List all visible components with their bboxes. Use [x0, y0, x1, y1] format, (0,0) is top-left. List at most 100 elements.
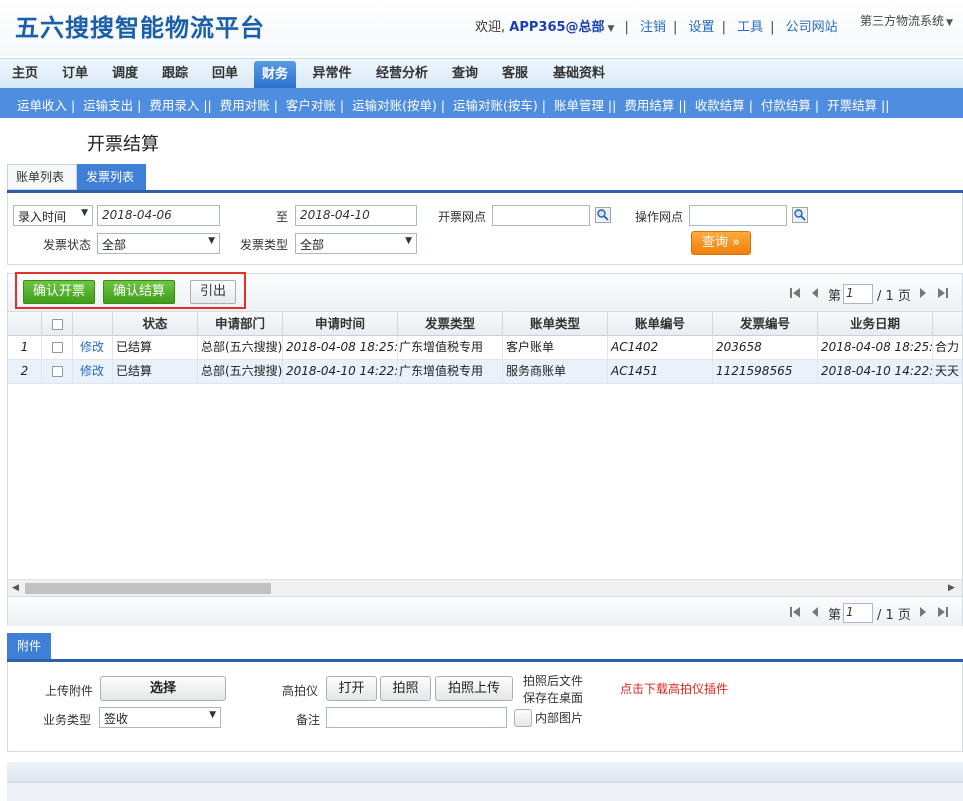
search-icon[interactable]	[595, 207, 611, 223]
col-bill-type[interactable]: 账单类型	[503, 312, 608, 336]
page-input[interactable]: 1	[843, 284, 873, 304]
to-label: 至	[276, 210, 289, 224]
download-plugin-link[interactable]: 点击下载高拍仪插件	[620, 680, 728, 697]
subnav-item[interactable]: 收款结算 |	[695, 98, 753, 113]
col-dept[interactable]: 申请部门	[198, 312, 283, 336]
main-nav: 主页 订单 调度 跟踪 回单 财务 异常件 经营分析 查询 客服 基础资料	[0, 58, 963, 89]
camera-shoot-button[interactable]: 拍照	[380, 676, 431, 701]
scroll-left-icon[interactable]: ◀	[12, 583, 19, 593]
grid-toolbar: 确认开票 确认结算 引出 第 1 / 1 页	[8, 272, 962, 312]
app-logo: 五六搜搜智能物流平台	[15, 14, 265, 42]
invoice-type-select[interactable]: 全部 ▼	[295, 233, 417, 254]
filter-panel: 录入时间 ▼ 2018-04-06 至 2018-04-10 开票网点 操作网点 …	[7, 193, 963, 265]
camera-shoot-upload-button[interactable]: 拍照上传	[435, 676, 513, 701]
biz-type-label: 业务类型	[43, 713, 92, 727]
nav-finance[interactable]: 财务	[254, 61, 296, 89]
caret-down-icon[interactable]: ▼	[608, 24, 615, 34]
page-title: 开票结算	[87, 134, 159, 155]
nav-dispatch[interactable]: 调度	[104, 59, 146, 89]
subnav-item[interactable]: 客户对账 |	[286, 98, 344, 113]
op-site-input[interactable]	[689, 205, 787, 226]
welcome-text: 欢迎,	[475, 20, 506, 35]
subnav-item[interactable]: 费用对账 |	[220, 98, 278, 113]
settings-link[interactable]: 设置	[689, 20, 715, 35]
checkbox-icon[interactable]	[51, 366, 63, 377]
col-invoice-no[interactable]: 发票编号	[713, 312, 818, 336]
table-row[interactable]: 1 修改 已结算 总部(五六搜搜) 2018-04-08 18:25:24 广东…	[8, 336, 962, 360]
date-to-input[interactable]: 2018-04-10	[295, 205, 417, 226]
row-checkbox[interactable]	[42, 336, 73, 360]
caret-down-icon: ▼	[208, 236, 215, 246]
col-time[interactable]: 申请时间	[283, 312, 398, 336]
next-page-icon[interactable]	[917, 287, 929, 299]
checkbox-icon[interactable]	[51, 342, 63, 353]
col-invoice-type[interactable]: 发票类型	[398, 312, 503, 336]
edit-link[interactable]: 修改	[73, 336, 113, 360]
nav-query[interactable]: 查询	[444, 59, 486, 89]
tab-bill-list[interactable]: 账单列表	[7, 164, 77, 190]
subnav-item[interactable]: 费用结算 ||	[624, 98, 686, 113]
grid-footer: 第 1 / 1 页	[8, 596, 962, 626]
user-menu[interactable]: APP365@总部	[509, 20, 604, 35]
tools-link[interactable]: 工具	[737, 20, 763, 35]
camera-label: 高拍仪	[282, 684, 319, 698]
last-page-icon[interactable]	[937, 287, 949, 299]
last-page-icon[interactable]	[937, 606, 949, 618]
col-biz-date[interactable]: 业务日期	[818, 312, 933, 336]
first-page-icon[interactable]	[789, 287, 801, 299]
invoice-site-label: 开票网点	[438, 210, 487, 224]
col-select-all[interactable]	[42, 312, 73, 336]
prev-page-icon[interactable]	[809, 606, 821, 618]
subnav-item[interactable]: 运输支出 |	[83, 98, 141, 113]
query-button[interactable]: 查询 »	[691, 231, 752, 255]
invoice-site-input[interactable]	[492, 205, 590, 226]
first-page-icon[interactable]	[789, 606, 801, 618]
subnav-item[interactable]: 付款结算 |	[761, 98, 819, 113]
nav-exceptions[interactable]: 异常件	[304, 59, 360, 89]
page-suffix: / 1 页	[877, 608, 911, 623]
camera-open-button[interactable]: 打开	[326, 676, 377, 701]
subnav-item[interactable]: 开票结算 ||	[827, 98, 889, 113]
search-icon[interactable]	[792, 207, 808, 223]
nav-home[interactable]: 主页	[4, 59, 46, 89]
scroll-right-icon[interactable]: ▶	[948, 583, 955, 593]
date-from-input[interactable]: 2018-04-06	[97, 205, 220, 226]
remark-input[interactable]	[326, 707, 507, 728]
subnav-item[interactable]: 运输对账(按单) |	[352, 98, 445, 113]
nav-tracking[interactable]: 跟踪	[154, 59, 196, 89]
op-site-label: 操作网点	[635, 210, 684, 224]
col-status[interactable]: 状态	[113, 312, 198, 336]
logout-link[interactable]: 注销	[640, 20, 666, 35]
tab-invoice-list[interactable]: 发票列表	[77, 164, 146, 190]
nav-analysis[interactable]: 经营分析	[368, 59, 436, 89]
checkbox-icon[interactable]	[51, 319, 63, 330]
date-type-select[interactable]: 录入时间 ▼	[13, 205, 93, 226]
subnav-item[interactable]: 费用录入 ||	[149, 98, 211, 113]
biz-type-select[interactable]: 签收 ▼	[99, 707, 221, 728]
subnav-item[interactable]: 运输对账(按车) |	[453, 98, 546, 113]
tab-attachment[interactable]: 附件	[7, 633, 52, 659]
internal-image-checkbox[interactable]	[514, 709, 532, 727]
footer-strip	[7, 762, 963, 782]
nav-service[interactable]: 客服	[494, 59, 536, 89]
camera-note-line2: 保存在桌面	[523, 691, 584, 705]
subnav-item[interactable]: 运单收入 |	[17, 98, 75, 113]
table-row[interactable]: 2 修改 已结算 总部(五六搜搜) 2018-04-10 14:22:26 广东…	[8, 360, 962, 384]
invoice-status-select[interactable]: 全部 ▼	[97, 233, 220, 254]
col-action	[73, 312, 113, 336]
nav-orders[interactable]: 订单	[54, 59, 96, 89]
company-site-link[interactable]: 公司网站	[786, 20, 838, 35]
next-page-icon[interactable]	[917, 606, 929, 618]
row-checkbox[interactable]	[42, 360, 73, 384]
edit-link[interactable]: 修改	[73, 360, 113, 384]
subnav-item[interactable]: 账单管理 ||	[554, 98, 616, 113]
system-switch[interactable]: 第三方物流系统 ▼	[860, 12, 953, 29]
sub-nav: 运单收入 | 运输支出 | 费用录入 || 费用对账 | 客户对账 | 运输对账…	[0, 88, 963, 118]
prev-page-icon[interactable]	[809, 287, 821, 299]
select-file-button[interactable]: 选择	[100, 676, 226, 701]
nav-basic-data[interactable]: 基础资料	[544, 59, 614, 89]
page-input[interactable]: 1	[843, 603, 873, 623]
grid-panel: 确认开票 确认结算 引出 第 1 / 1 页 状态 申请部门 申请时间 发票类型…	[7, 272, 963, 626]
nav-receipt[interactable]: 回单	[204, 59, 246, 89]
col-bill-no[interactable]: 账单编号	[608, 312, 713, 336]
